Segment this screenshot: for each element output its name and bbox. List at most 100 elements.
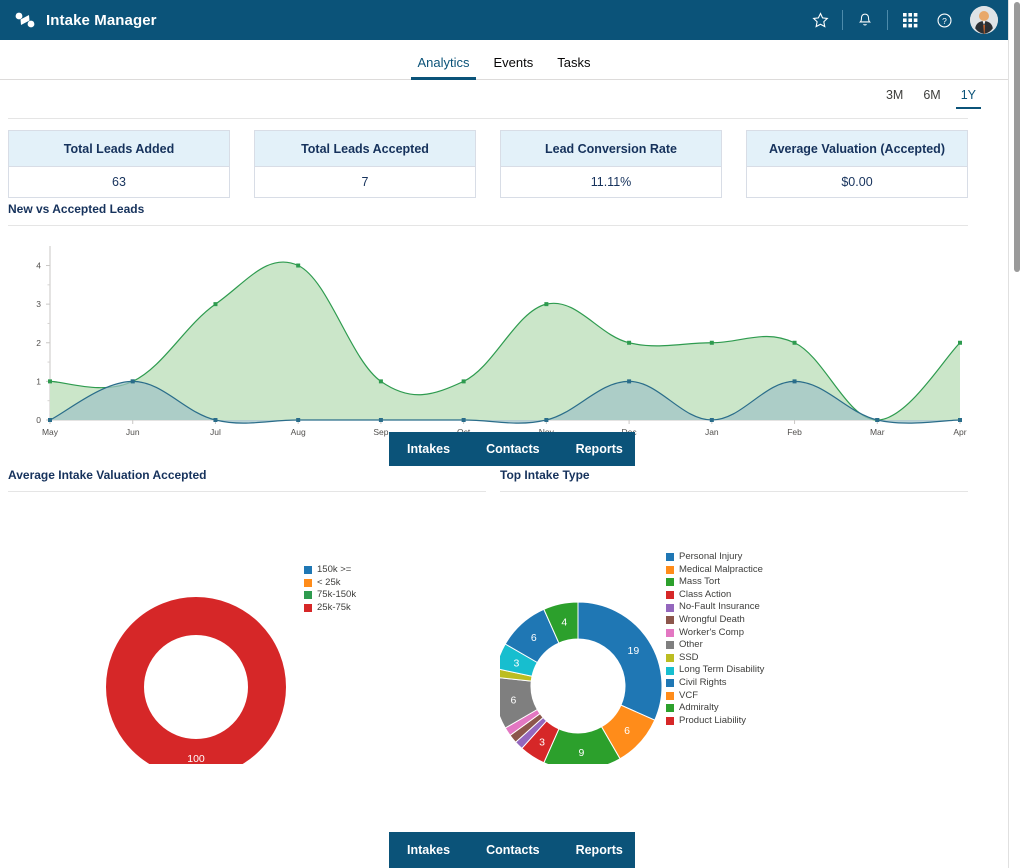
section-divider <box>500 491 968 492</box>
legend-item[interactable]: 25k-75k <box>304 602 356 615</box>
legend-item[interactable]: Personal Injury <box>666 551 764 564</box>
svg-text:6: 6 <box>531 632 537 644</box>
legend-item[interactable]: 150k >= <box>304 564 356 577</box>
legend-label: Long Term Disability <box>679 664 764 677</box>
app-header: Intake Manager ? <box>0 0 1008 40</box>
legend-item[interactable]: Product Liability <box>666 715 764 728</box>
legend-item[interactable]: < 25k <box>304 577 356 590</box>
kpi-card-total-leads-accepted: Total Leads Accepted 7 <box>254 130 476 198</box>
kpi-card-average-valuation-accepted: Average Valuation (Accepted) $0.00 <box>746 130 968 198</box>
legend-label: No-Fault Insurance <box>679 601 760 614</box>
legend-item[interactable]: Class Action <box>666 589 764 602</box>
header-actions: ? <box>803 0 1008 40</box>
scrollbar-thumb[interactable] <box>1014 2 1020 272</box>
legend-item[interactable]: Long Term Disability <box>666 664 764 677</box>
range-option-1y[interactable]: 1Y <box>961 88 976 109</box>
brand[interactable]: Intake Manager <box>0 9 157 31</box>
legend-item[interactable]: VCF <box>666 690 764 703</box>
legend-item[interactable]: 75k-150k <box>304 589 356 602</box>
legend-label: 75k-150k <box>317 589 356 602</box>
page-scrollbar[interactable] <box>1008 0 1024 868</box>
svg-text:4: 4 <box>561 616 567 628</box>
average-intake-valuation-section: Average Intake Valuation Accepted 100 15… <box>8 468 486 769</box>
kpi-card-lead-conversion-rate: Lead Conversion Rate 11.11% <box>500 130 722 198</box>
kpi-card-total-leads-added: Total Leads Added 63 <box>8 130 230 198</box>
intake-type-donut-wrap: 196936364 Personal InjuryMedical Malprac… <box>500 504 968 769</box>
svg-text:Jan: Jan <box>705 427 719 437</box>
legend-label: Mass Tort <box>679 576 720 589</box>
svg-text:Aug: Aug <box>291 427 306 437</box>
range-filter-divider <box>8 118 968 119</box>
utility-item-intakes[interactable]: Intakes <box>389 832 468 868</box>
bolt-nodes-icon <box>14 9 36 31</box>
legend-swatch <box>666 591 674 599</box>
legend-item[interactable]: No-Fault Insurance <box>666 601 764 614</box>
svg-text:3: 3 <box>539 736 545 748</box>
legend-swatch <box>666 692 674 700</box>
legend-item[interactable]: SSD <box>666 652 764 665</box>
utility-item-reports[interactable]: Reports <box>558 432 641 466</box>
legend-item[interactable]: Medical Malpractice <box>666 564 764 577</box>
legend-label: VCF <box>679 690 698 703</box>
legend-swatch <box>304 579 312 587</box>
area-chart-svg: 01234MayJunJulAugSepOctNovDecJanFebMarAp… <box>8 234 968 449</box>
svg-text:1: 1 <box>36 376 41 386</box>
legend-swatch <box>666 667 674 675</box>
legend-item[interactable]: Wrongful Death <box>666 614 764 627</box>
star-icon[interactable] <box>803 0 837 40</box>
valuation-legend: 150k >=< 25k75k-150k25k-75k <box>304 564 356 614</box>
tab-analytics[interactable]: Analytics <box>405 55 481 79</box>
kpi-title: Total Leads Accepted <box>255 131 475 167</box>
range-filter: 3M 6M 1Y <box>886 88 976 109</box>
svg-text:4: 4 <box>36 261 41 271</box>
svg-text:?: ? <box>942 15 947 25</box>
legend-swatch <box>666 704 674 712</box>
svg-text:3: 3 <box>513 657 519 669</box>
tab-events[interactable]: Events <box>482 55 546 79</box>
utility-item-reports[interactable]: Reports <box>558 832 641 868</box>
divider <box>842 10 843 30</box>
top-intake-type-section: Top Intake Type 196936364 Personal Injur… <box>500 468 968 769</box>
utility-item-contacts[interactable]: Contacts <box>468 832 557 868</box>
legend-swatch <box>304 604 312 612</box>
range-option-6m[interactable]: 6M <box>923 88 940 109</box>
legend-label: < 25k <box>317 577 341 590</box>
legend-label: Personal Injury <box>679 551 742 564</box>
legend-swatch <box>666 679 674 687</box>
legend-item[interactable]: Mass Tort <box>666 576 764 589</box>
legend-item[interactable]: Worker's Comp <box>666 627 764 640</box>
kpi-title: Lead Conversion Rate <box>501 131 721 167</box>
kpi-row: Total Leads Added 63 Total Leads Accepte… <box>8 130 968 198</box>
svg-text:May: May <box>42 427 59 437</box>
legend-label: SSD <box>679 652 699 665</box>
svg-text:6: 6 <box>624 725 630 737</box>
legend-swatch <box>666 578 674 586</box>
avatar[interactable] <box>970 6 998 34</box>
legend-label: Class Action <box>679 589 731 602</box>
kpi-value: $0.00 <box>747 167 967 197</box>
bell-icon[interactable] <box>848 0 882 40</box>
legend-swatch <box>304 591 312 599</box>
help-icon[interactable]: ? <box>927 0 961 40</box>
legend-label: Admiralty <box>679 702 719 715</box>
legend-label: 25k-75k <box>317 602 351 615</box>
app-launcher-icon[interactable] <box>893 0 927 40</box>
legend-swatch <box>304 566 312 574</box>
legend-item[interactable]: Admiralty <box>666 702 764 715</box>
utility-item-contacts[interactable]: Contacts <box>468 432 557 466</box>
utility-item-intakes[interactable]: Intakes <box>389 432 468 466</box>
section-divider <box>8 491 486 492</box>
svg-text:Sep: Sep <box>373 427 388 437</box>
kpi-value: 7 <box>255 167 475 197</box>
legend-label: Product Liability <box>679 715 746 728</box>
legend-swatch <box>666 717 674 725</box>
tab-tasks[interactable]: Tasks <box>545 55 602 79</box>
legend-label: Medical Malpractice <box>679 564 763 577</box>
legend-item[interactable]: Other <box>666 639 764 652</box>
section-title: Top Intake Type <box>500 468 968 482</box>
svg-text:Jun: Jun <box>126 427 140 437</box>
svg-text:Jul: Jul <box>210 427 221 437</box>
range-option-3m[interactable]: 3M <box>886 88 903 109</box>
intake-type-legend: Personal InjuryMedical MalpracticeMass T… <box>666 551 764 727</box>
legend-item[interactable]: Civil Rights <box>666 677 764 690</box>
